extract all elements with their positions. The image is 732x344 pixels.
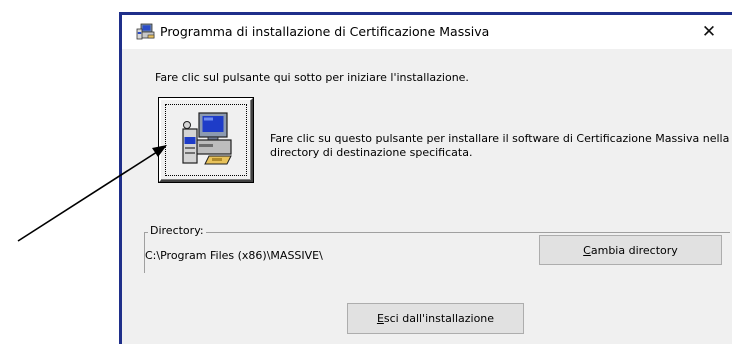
- install-description: Fare clic su questo pulsante per install…: [270, 132, 730, 159]
- dialog-body: Programma di installazione di Certificaz…: [122, 15, 732, 344]
- exit-setup-mnemonic: E: [376, 312, 384, 325]
- directory-label: Directory:: [148, 224, 206, 237]
- change-directory-mnemonic: C: [583, 243, 591, 257]
- exit-setup-button[interactable]: Esci dall'installazione: [347, 303, 524, 334]
- install-button[interactable]: [159, 98, 253, 182]
- title-bar[interactable]: Programma di installazione di Certificaz…: [122, 15, 732, 49]
- window-title: Programma di installazione di Certificaz…: [160, 24, 490, 39]
- instruction-text: Fare clic sul pulsante qui sotto per ini…: [155, 71, 469, 84]
- change-directory-button[interactable]: Cambia directory: [539, 235, 722, 265]
- installer-app-icon: [136, 23, 155, 40]
- directory-path: C:\Program Files (x86)\MASSIVE\: [145, 249, 323, 262]
- change-directory-label: ambia directory: [590, 243, 678, 257]
- close-icon: ✕: [701, 22, 717, 42]
- exit-setup-label: sci dall'installazione: [383, 312, 495, 325]
- installer-window: Programma di installazione di Certificaz…: [119, 12, 732, 344]
- close-button[interactable]: ✕: [690, 18, 728, 46]
- computer-setup-icon: [182, 112, 232, 165]
